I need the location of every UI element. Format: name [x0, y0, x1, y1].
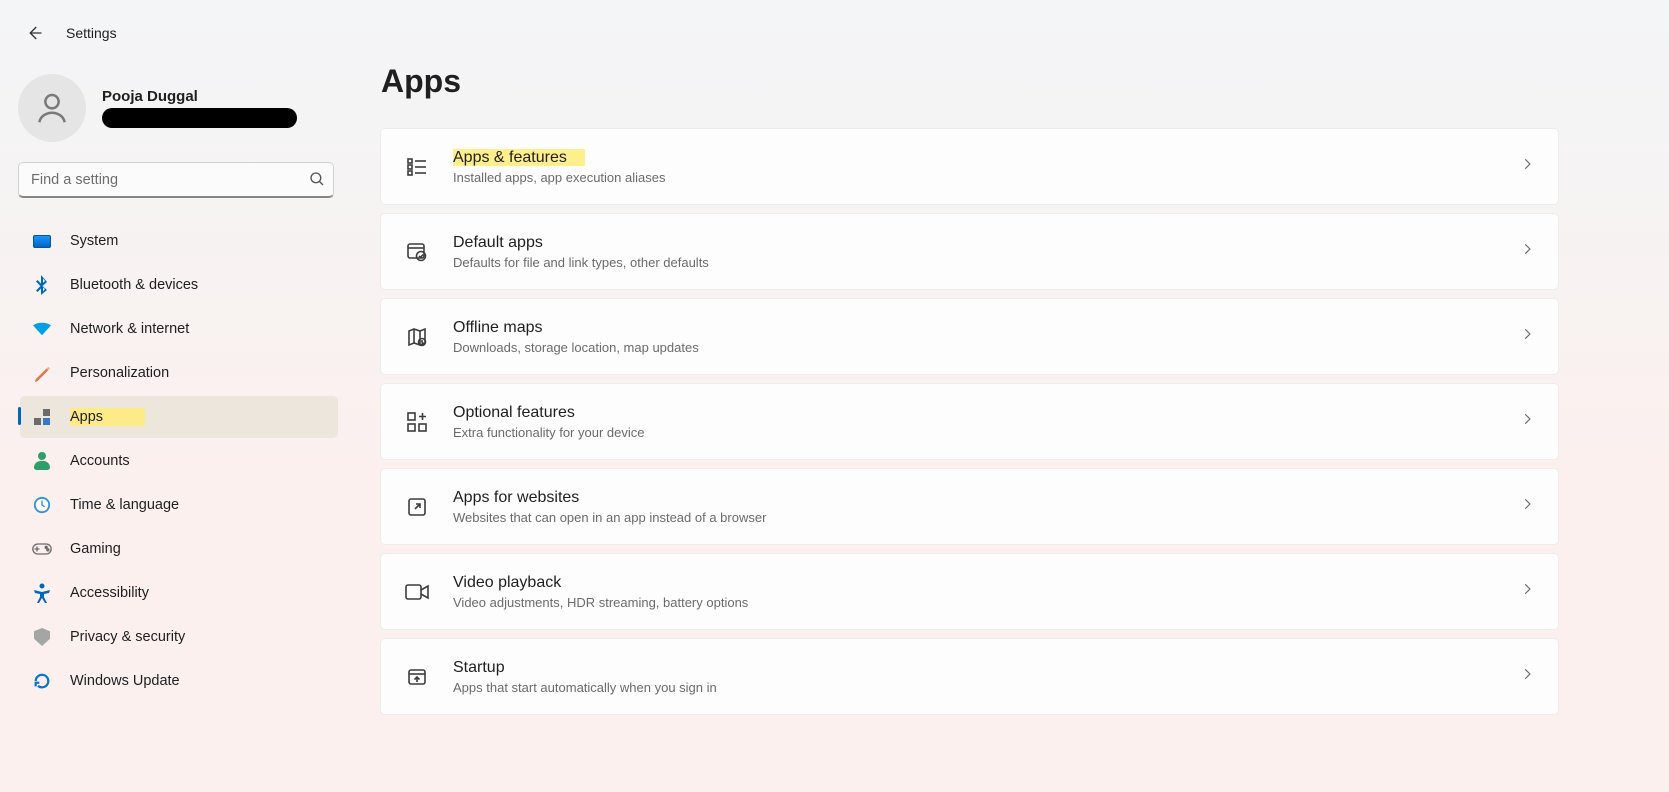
card-title: Default apps	[453, 234, 543, 251]
settings-card-optional-features[interactable]: Optional features Extra functionality for…	[380, 383, 1559, 460]
chevron-right-icon	[1520, 242, 1534, 261]
profile-text: Pooja Duggal	[102, 88, 297, 128]
profile-email-redacted	[102, 108, 297, 128]
nav-list: System Bluetooth & devices Network & inter…	[18, 220, 340, 702]
sidebar-item-label: System	[70, 233, 118, 249]
card-title: Offline maps	[453, 319, 543, 336]
bt-icon	[32, 275, 52, 295]
update-icon	[32, 671, 52, 691]
addsq-icon	[403, 408, 431, 436]
card-text: Startup Apps that start automatically whe…	[453, 658, 1520, 696]
defapp-icon	[403, 238, 431, 266]
game-icon	[32, 539, 52, 559]
header-bar: Settings	[0, 0, 1669, 48]
card-title: Optional features	[453, 404, 575, 421]
sidebar-item-label: Network & internet	[70, 321, 189, 337]
card-subtitle: Websites that can open in an app instead…	[453, 510, 1520, 525]
back-arrow-icon	[25, 24, 43, 42]
card-subtitle: Apps that start automatically when you s…	[453, 680, 1520, 695]
startup-icon	[403, 663, 431, 691]
card-subtitle: Video adjustments, HDR streaming, batter…	[453, 595, 1520, 610]
card-subtitle: Extra functionality for your device	[453, 425, 1520, 440]
sidebar-item-label: Accessibility	[70, 585, 149, 601]
sidebar-item-privacy[interactable]: Privacy & security	[20, 616, 338, 658]
card-subtitle: Downloads, storage location, map updates	[453, 340, 1520, 355]
chevron-right-icon	[1520, 497, 1534, 516]
card-subtitle: Installed apps, app execution aliases	[453, 170, 1520, 185]
chevron-right-icon	[1520, 412, 1534, 431]
sidebar-item-system[interactable]: System	[20, 220, 338, 262]
page-title: Apps	[381, 63, 1559, 100]
settings-card-video-playback[interactable]: Video playback Video adjustments, HDR str…	[380, 553, 1559, 630]
card-text: Apps & features Installed apps, app execu…	[453, 148, 1520, 186]
settings-card-list: Apps & features Installed apps, app execu…	[380, 128, 1559, 715]
chevron-right-icon	[1520, 667, 1534, 686]
sidebar-item-accounts[interactable]: Accounts	[20, 440, 338, 482]
avatar	[18, 74, 86, 142]
net-icon	[32, 319, 52, 339]
system-icon	[32, 231, 52, 251]
card-title: Video playback	[453, 574, 561, 591]
sidebar-item-label: Time & language	[70, 497, 179, 513]
sidebar-item-bluetooth[interactable]: Bluetooth & devices	[20, 264, 338, 306]
settings-card-apps-features[interactable]: Apps & features Installed apps, app execu…	[380, 128, 1559, 205]
openext-icon	[403, 493, 431, 521]
apps-icon	[32, 407, 52, 427]
video-icon	[403, 578, 431, 606]
profile-name: Pooja Duggal	[102, 88, 297, 105]
settings-card-offline-maps[interactable]: Offline maps Downloads, storage location,…	[380, 298, 1559, 375]
sidebar: Pooja Duggal System Bluetooth & devices Ne…	[0, 58, 360, 745]
pers-icon	[32, 363, 52, 383]
card-text: Offline maps Downloads, storage location,…	[453, 318, 1520, 356]
search-icon[interactable]	[308, 170, 326, 193]
sidebar-item-personalization[interactable]: Personalization	[20, 352, 338, 394]
sidebar-item-label: Accounts	[70, 453, 130, 469]
sidebar-item-label: Bluetooth & devices	[70, 277, 198, 293]
back-button[interactable]	[20, 19, 48, 47]
chevron-right-icon	[1520, 582, 1534, 601]
search-wrap	[18, 162, 340, 198]
map-icon	[403, 323, 431, 351]
person-icon	[33, 89, 71, 127]
acct-icon	[32, 451, 52, 471]
sidebar-item-network[interactable]: Network & internet	[20, 308, 338, 350]
list-icon	[403, 153, 431, 181]
sidebar-item-accessibility[interactable]: Accessibility	[20, 572, 338, 614]
header-title: Settings	[66, 25, 117, 41]
sidebar-item-label: Personalization	[70, 365, 169, 381]
sidebar-item-label: Gaming	[70, 541, 121, 557]
sidebar-item-label: Apps	[70, 408, 145, 426]
card-title: Apps for websites	[453, 489, 579, 506]
search-input[interactable]	[18, 162, 334, 198]
sidebar-item-update[interactable]: Windows Update	[20, 660, 338, 702]
card-text: Default apps Defaults for file and link t…	[453, 233, 1520, 271]
settings-card-startup[interactable]: Startup Apps that start automatically whe…	[380, 638, 1559, 715]
card-subtitle: Defaults for file and link types, other …	[453, 255, 1520, 270]
access-icon	[32, 583, 52, 603]
sidebar-item-time[interactable]: Time & language	[20, 484, 338, 526]
chevron-right-icon	[1520, 157, 1534, 176]
profile-block[interactable]: Pooja Duggal	[18, 68, 340, 162]
main-panel: Apps Apps & features Installed apps, app …	[360, 58, 1669, 745]
card-text: Optional features Extra functionality for…	[453, 403, 1520, 441]
shield-icon	[32, 627, 52, 647]
card-text: Apps for websites Websites that can open …	[453, 488, 1520, 526]
sidebar-item-label: Windows Update	[70, 673, 180, 689]
card-title: Startup	[453, 659, 505, 676]
settings-card-default-apps[interactable]: Default apps Defaults for file and link t…	[380, 213, 1559, 290]
sidebar-item-label: Privacy & security	[70, 629, 185, 645]
settings-card-apps-websites[interactable]: Apps for websites Websites that can open …	[380, 468, 1559, 545]
card-text: Video playback Video adjustments, HDR str…	[453, 573, 1520, 611]
chevron-right-icon	[1520, 327, 1534, 346]
sidebar-item-gaming[interactable]: Gaming	[20, 528, 338, 570]
card-title: Apps & features	[453, 149, 585, 166]
sidebar-item-apps[interactable]: Apps	[20, 396, 338, 438]
time-icon	[32, 495, 52, 515]
